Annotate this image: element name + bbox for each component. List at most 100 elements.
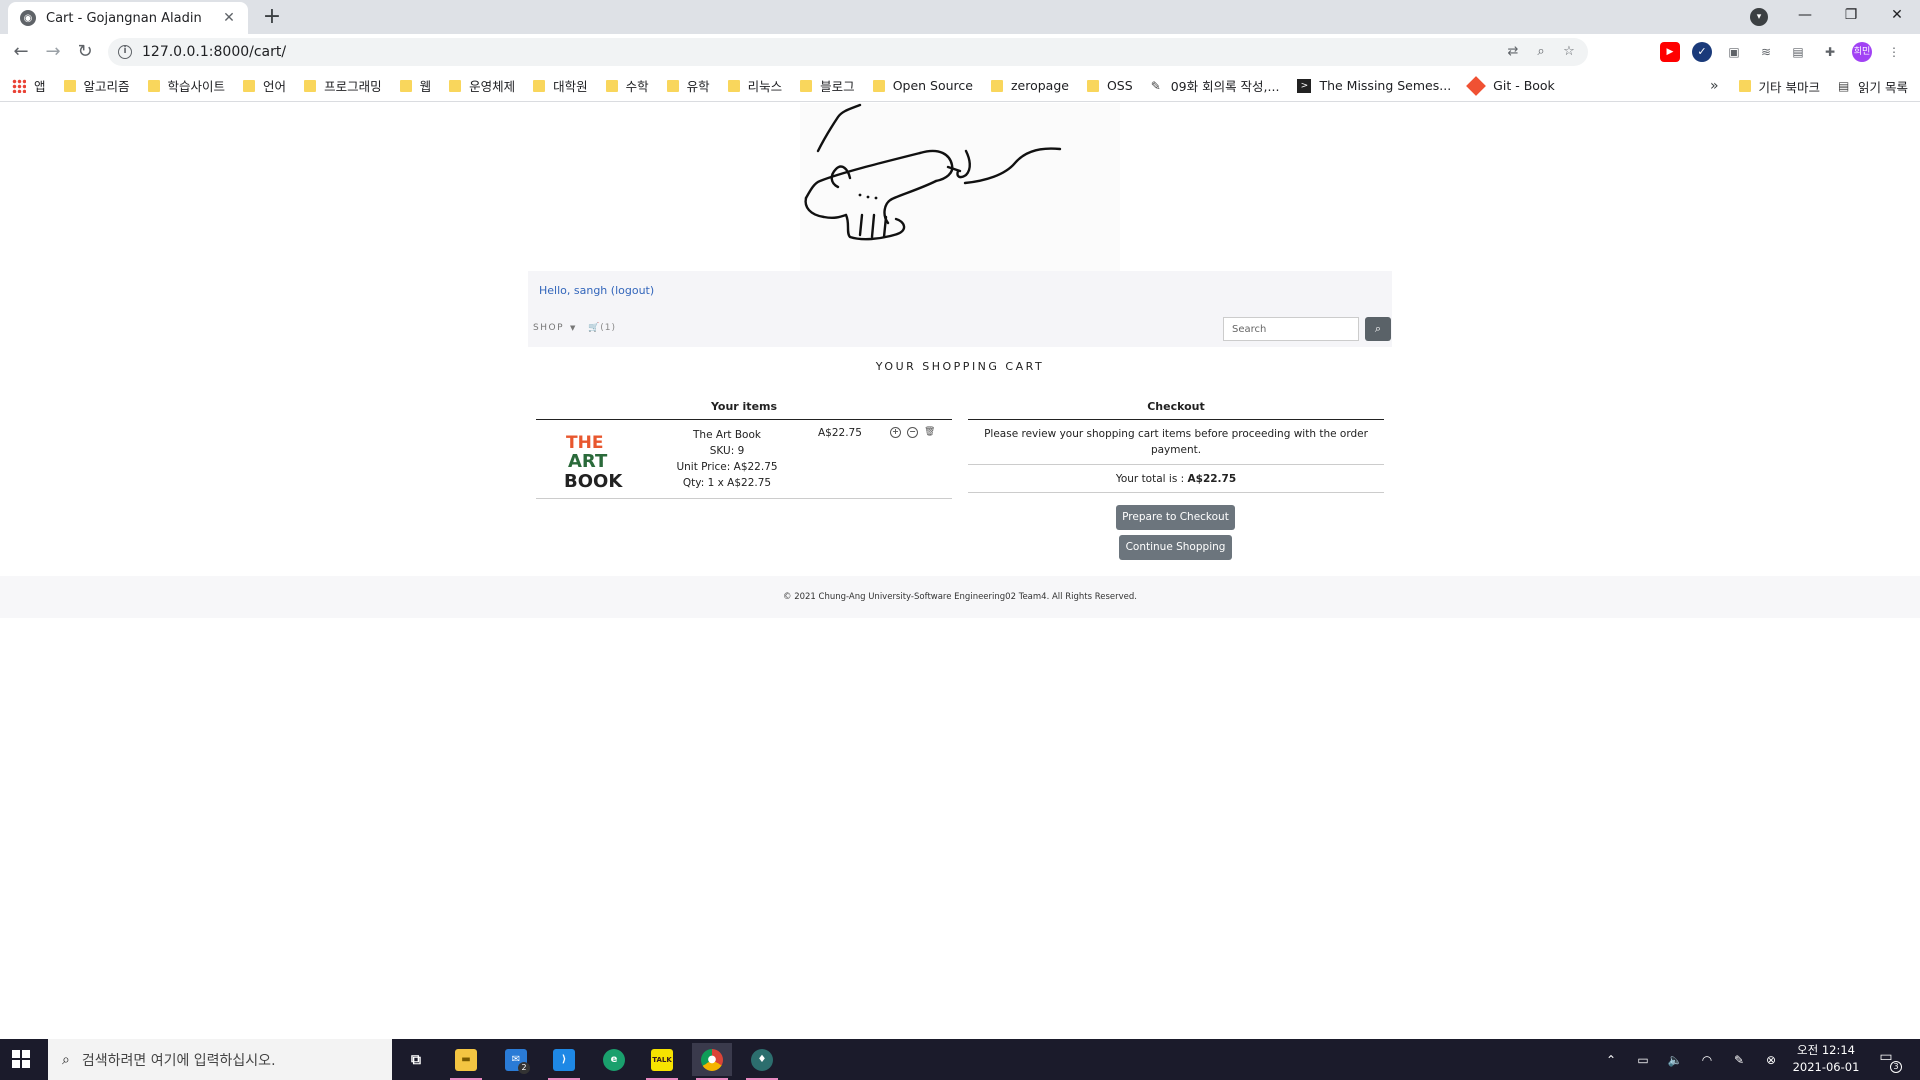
wave-extension-icon[interactable]: ≋ bbox=[1756, 42, 1776, 62]
check-extension-icon[interactable]: ✓ bbox=[1692, 42, 1712, 62]
bookmark-folder[interactable]: 알고리즘 bbox=[63, 76, 130, 95]
windows-start-icon[interactable] bbox=[12, 1050, 30, 1068]
youtube-extension-icon[interactable]: ▶ bbox=[1660, 42, 1680, 62]
forward-icon[interactable]: → bbox=[40, 40, 66, 64]
zoom-icon[interactable]: ⌕ bbox=[1532, 43, 1550, 61]
decrease-qty-icon[interactable]: − bbox=[907, 427, 918, 438]
taskbar-clock[interactable]: 오전 12:14 2021-06-01 bbox=[1786, 1042, 1866, 1076]
edge-app[interactable]: e bbox=[594, 1043, 634, 1076]
search-input[interactable] bbox=[1223, 317, 1359, 341]
browser-tab-cart[interactable]: ◉ Cart - Gojangnan Aladin ✕ bbox=[8, 2, 248, 34]
menu-dots-icon[interactable]: ⋮ bbox=[1884, 42, 1904, 62]
bookmark-folder[interactable]: 블로그 bbox=[800, 76, 855, 95]
bookmark-link[interactable]: Git - Book bbox=[1466, 75, 1555, 96]
vscode-app[interactable]: ⟩ bbox=[544, 1043, 584, 1080]
minimize-button[interactable]: — bbox=[1782, 0, 1828, 30]
bookmark-folder[interactable]: 언어 bbox=[243, 76, 286, 95]
reload-icon[interactable]: ↻ bbox=[72, 40, 98, 64]
close-tab-icon[interactable]: ✕ bbox=[220, 10, 238, 26]
item-unit-price: Unit Price: A$22.75 bbox=[676, 461, 778, 473]
bookmarks-overflow-button[interactable]: » bbox=[1710, 78, 1719, 94]
shop-label: SHOP bbox=[533, 323, 564, 333]
bookmark-folder[interactable]: 프로그래밍 bbox=[304, 76, 382, 95]
search-icon: ⌕ bbox=[1374, 322, 1382, 335]
bookmark-link[interactable]: > The Missing Semes... bbox=[1297, 78, 1451, 93]
tab-search-icon[interactable]: ▾ bbox=[1750, 8, 1768, 26]
increase-qty-icon[interactable]: + bbox=[890, 427, 901, 438]
items-heading: Your items bbox=[536, 400, 952, 420]
file-explorer-app[interactable]: ▬ bbox=[446, 1043, 486, 1080]
cart-item-row: THE ART BOOK The Art Book SKU: 9 Unit Pr… bbox=[536, 421, 952, 499]
taskbar-search-placeholder: 검색하려면 여기에 입력하십시오. bbox=[81, 1052, 276, 1069]
pen-icon: ✎ bbox=[1150, 78, 1161, 93]
folder-icon bbox=[666, 79, 679, 92]
prepare-checkout-button[interactable]: Prepare to Checkout bbox=[1116, 505, 1235, 530]
search-button[interactable]: ⌕ bbox=[1365, 317, 1391, 341]
bookmark-folder[interactable]: OSS bbox=[1086, 78, 1133, 93]
mail-app[interactable]: ✉ 2 bbox=[496, 1043, 536, 1076]
browser-toolbar: ← → ↻ i 127.0.0.1:8000/cart/ ⇄ ⌕ ☆ ▶ ✓ ▣… bbox=[0, 34, 1920, 70]
total-value: A$22.75 bbox=[1187, 473, 1237, 485]
folder-icon bbox=[304, 79, 317, 92]
caret-down-icon: ▼ bbox=[570, 324, 577, 332]
folder-icon bbox=[605, 79, 618, 92]
folder-icon bbox=[449, 79, 462, 92]
tab-title: Cart - Gojangnan Aladin bbox=[46, 10, 202, 26]
shop-dropdown[interactable]: SHOP ▼ bbox=[533, 323, 577, 333]
folder-icon bbox=[1086, 79, 1099, 92]
bookmark-folder[interactable]: 대학원 bbox=[533, 76, 588, 95]
back-icon[interactable]: ← bbox=[8, 40, 34, 64]
restore-button[interactable]: ❐ bbox=[1828, 0, 1874, 30]
item-name[interactable]: The Art Book bbox=[662, 427, 792, 443]
battery-icon[interactable]: ▭ bbox=[1634, 1053, 1652, 1067]
folder-icon bbox=[399, 79, 412, 92]
site-info-icon[interactable]: i bbox=[118, 45, 132, 59]
bookmark-folder[interactable]: Open Source bbox=[872, 78, 973, 93]
url-text[interactable]: 127.0.0.1:8000/cart/ bbox=[142, 44, 286, 60]
store-extension-icon[interactable]: ▤ bbox=[1788, 42, 1808, 62]
chrome-icon: ● bbox=[701, 1048, 723, 1071]
bookmark-folder[interactable]: 수학 bbox=[605, 76, 649, 95]
task-view-button[interactable]: ⧉ bbox=[396, 1043, 436, 1076]
volume-icon[interactable]: 🔈 bbox=[1666, 1053, 1684, 1067]
pen-icon[interactable]: ✎ bbox=[1730, 1053, 1748, 1067]
bookmark-folder[interactable]: 유학 bbox=[666, 76, 710, 95]
media-extension-icon[interactable]: ▣ bbox=[1724, 42, 1744, 62]
reading-list-button[interactable]: ▤ 읽기 목록 bbox=[1838, 77, 1908, 96]
item-actions: + − 🗑 bbox=[890, 427, 935, 438]
bookmark-folder[interactable]: 학습사이트 bbox=[147, 76, 225, 95]
new-tab-button[interactable]: + bbox=[258, 4, 286, 32]
cart-link[interactable]: 🛒(1) bbox=[588, 323, 616, 333]
bookmark-star-icon[interactable]: ☆ bbox=[1560, 43, 1578, 61]
folder-icon bbox=[727, 79, 740, 92]
address-bar[interactable]: i 127.0.0.1:8000/cart/ ⇄ ⌕ ☆ bbox=[108, 38, 1588, 66]
item-price: A$22.75 bbox=[818, 427, 862, 439]
chrome-app[interactable]: ● bbox=[692, 1043, 732, 1080]
continue-shopping-button[interactable]: Continue Shopping bbox=[1119, 535, 1232, 560]
close-window-button[interactable]: ✕ bbox=[1874, 0, 1920, 30]
profile-avatar[interactable]: 희민 bbox=[1852, 42, 1872, 62]
other-bookmarks-folder[interactable]: 기타 북마크 bbox=[1738, 77, 1820, 96]
page-title: YOUR SHOPPING CART bbox=[875, 360, 1045, 373]
bookmark-folder[interactable]: 웹 bbox=[399, 76, 431, 95]
translate-icon[interactable]: ⇄ bbox=[1504, 43, 1522, 61]
bookmark-folder[interactable]: 운영체제 bbox=[449, 76, 515, 95]
folder-icon bbox=[1738, 80, 1751, 92]
bookmark-folder[interactable]: 리눅스 bbox=[727, 76, 782, 95]
puzzle-icon[interactable]: ✚ bbox=[1820, 42, 1840, 62]
trash-icon[interactable]: 🗑 bbox=[924, 427, 935, 438]
network-disconnected-icon[interactable]: ⊗ bbox=[1762, 1053, 1780, 1067]
wifi-icon[interactable]: ◠ bbox=[1698, 1053, 1716, 1067]
bookmark-link[interactable]: ✎ 09화 회의록 작성,... bbox=[1151, 76, 1280, 95]
taskbar-search[interactable]: ⌕ 검색하려면 여기에 입력하십시오. bbox=[48, 1039, 392, 1080]
git-client-app[interactable]: ♦ bbox=[742, 1043, 782, 1080]
site-logo[interactable] bbox=[800, 103, 1120, 271]
kakaotalk-app[interactable]: TALK bbox=[642, 1043, 682, 1080]
bookmark-apps[interactable]: 앱 bbox=[12, 76, 46, 95]
logout-link[interactable]: (logout) bbox=[611, 284, 654, 297]
book-cover-image[interactable]: THE ART BOOK bbox=[562, 428, 624, 492]
bookmark-folder[interactable]: zeropage bbox=[990, 78, 1069, 93]
total-label: Your total is : bbox=[1115, 473, 1188, 485]
git-client-icon: ♦ bbox=[751, 1048, 773, 1071]
tray-overflow-icon[interactable]: ⌃ bbox=[1602, 1053, 1620, 1067]
